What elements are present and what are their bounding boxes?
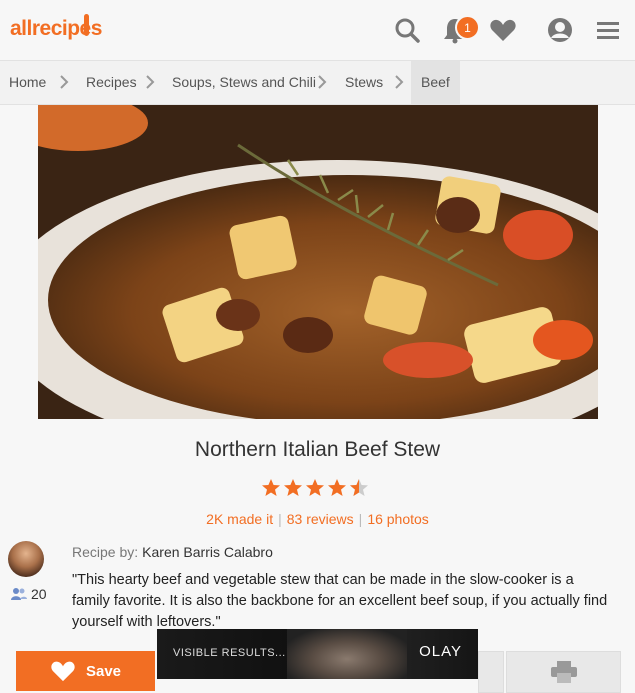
reviews-link[interactable]: 83 reviews — [287, 511, 354, 527]
star-full-icon — [284, 479, 302, 496]
heart-icon — [51, 661, 75, 682]
star-full-icon — [262, 479, 280, 496]
recipe-hero-photo[interactable] — [38, 105, 598, 419]
recipe-by-label: Recipe by: — [72, 544, 139, 560]
logo-spoon-icon — [84, 14, 89, 36]
star-full-icon — [328, 479, 346, 496]
chevron-right-icon — [146, 75, 155, 89]
menu-icon[interactable] — [594, 16, 622, 44]
breadcrumb-beef[interactable]: Beef — [411, 61, 460, 104]
rating-stars[interactable] — [261, 478, 369, 498]
save-label: Save — [85, 662, 122, 680]
ad-brand-logo: OLAY — [419, 643, 462, 660]
followers-number: 20 — [31, 586, 47, 602]
star-half-icon — [350, 479, 368, 496]
chevron-right-icon — [318, 75, 327, 89]
ad-text: VISIBLE RESULTS... — [173, 647, 286, 659]
profile-icon[interactable] — [546, 16, 574, 44]
made-it-count[interactable]: 2K made it — [206, 511, 273, 527]
author-name[interactable]: Karen Barris Calabro — [142, 544, 273, 560]
star-full-icon — [306, 479, 324, 496]
recipe-by: Recipe by: Karen Barris Calabro — [72, 544, 273, 560]
notification-badge[interactable]: 1 — [455, 15, 480, 40]
recipe-meta: 2K made it | 83 reviews | 16 photos — [206, 511, 429, 527]
action-button[interactable] — [478, 651, 504, 693]
advertisement-banner[interactable]: VISIBLE RESULTS... OLAY — [157, 629, 478, 679]
breadcrumb-soups[interactable]: Soups, Stews and Chili — [172, 61, 316, 104]
recipe-title: Northern Italian Beef Stew — [194, 438, 441, 461]
breadcrumb: Home Recipes Soups, Stews and Chili Stew… — [0, 61, 635, 105]
followers-icon — [11, 588, 27, 600]
ad-image — [287, 629, 407, 679]
search-icon[interactable] — [393, 16, 421, 44]
chevron-right-icon — [60, 75, 69, 89]
followers-count[interactable]: 20 — [11, 586, 47, 602]
print-button[interactable] — [506, 651, 621, 693]
breadcrumb-stews[interactable]: Stews — [345, 61, 383, 104]
author-avatar[interactable] — [8, 541, 44, 577]
top-header: allrecipes 1 — [0, 0, 635, 61]
breadcrumb-home[interactable]: Home — [9, 61, 46, 104]
photos-link[interactable]: 16 photos — [367, 511, 429, 527]
chevron-right-icon — [395, 75, 404, 89]
breadcrumb-recipes[interactable]: Recipes — [86, 61, 137, 104]
print-icon — [550, 661, 577, 683]
recipe-description: "This hearty beef and vegetable stew tha… — [72, 572, 608, 630]
stew-illustration — [38, 105, 598, 419]
save-button[interactable]: Save — [16, 651, 155, 691]
heart-icon[interactable] — [489, 16, 517, 44]
